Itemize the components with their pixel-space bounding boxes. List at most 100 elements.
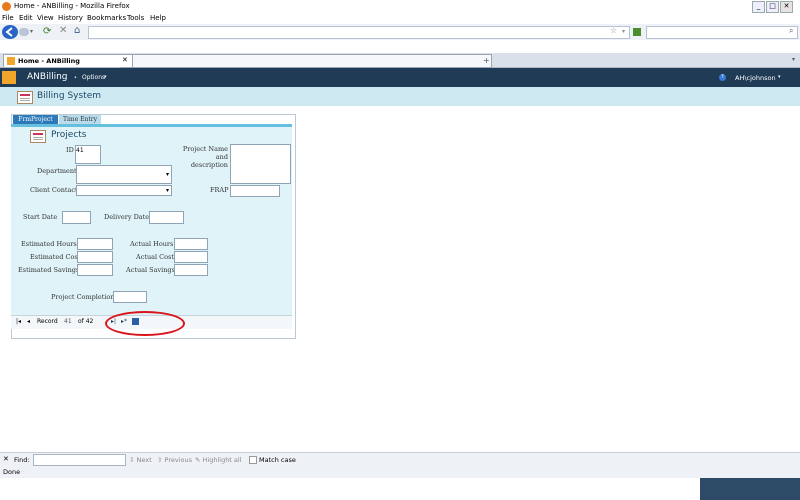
match-case-label: Match case: [259, 456, 296, 464]
user-chevron-icon[interactable]: ▾: [778, 74, 781, 80]
projects-icon: [30, 130, 46, 143]
status-bar: Done: [0, 466, 800, 478]
section-title: Billing System: [37, 91, 102, 101]
estimated-cost-field[interactable]: [77, 251, 113, 263]
separator-dot: •: [74, 75, 77, 81]
id-value: 41: [76, 147, 84, 154]
bookmarks-toolbar: [0, 40, 800, 54]
back-button[interactable]: [2, 25, 18, 39]
start-date-field[interactable]: [62, 211, 91, 224]
delivery-date-field[interactable]: [149, 211, 184, 224]
history-dropdown-icon[interactable]: ▾: [30, 28, 33, 35]
status-text: Done: [3, 468, 21, 476]
tab-list-icon[interactable]: ▾: [792, 56, 795, 63]
reload-icon[interactable]: ⟳: [43, 26, 51, 37]
estimated-hours-label: Estimated Hours: [21, 240, 77, 248]
app-logo-icon: [2, 71, 16, 84]
forward-button[interactable]: [19, 28, 29, 36]
new-tab-icon[interactable]: +: [483, 56, 490, 65]
url-dropdown-icon[interactable]: ▾: [622, 28, 625, 35]
client-contact-label: Client Contact: [30, 186, 78, 194]
actual-cost-label: Actual Cost: [136, 253, 174, 261]
frap-label: FRAP: [210, 186, 229, 194]
estimated-savings-label: Estimated Savings: [18, 266, 80, 274]
record-count: of 42: [78, 318, 94, 325]
match-case-checkbox[interactable]: [249, 456, 257, 464]
project-name-field[interactable]: [230, 144, 291, 184]
menu-history[interactable]: History: [58, 14, 83, 22]
estimated-savings-field[interactable]: [77, 264, 113, 276]
delivery-date-label: Delivery Date: [104, 213, 150, 221]
menu-view[interactable]: View: [37, 14, 54, 22]
app-header: ANBilling • Options ▾ ? AH\cjohnson ▾: [0, 68, 800, 87]
estimated-hours-field[interactable]: [77, 238, 113, 250]
window-titlebar: Home - ANBilling - Mozilla Firefox _ □ ✕: [0, 0, 800, 13]
section-header: Billing System: [0, 87, 800, 106]
menu-tools[interactable]: Tools: [127, 14, 144, 22]
find-input[interactable]: [33, 454, 126, 466]
current-record-field[interactable]: 41: [64, 318, 78, 326]
actual-cost-field[interactable]: [174, 251, 208, 263]
actual-hours-field[interactable]: [174, 238, 208, 250]
tab-blank[interactable]: [120, 54, 492, 68]
first-record-icon[interactable]: |◂: [16, 318, 21, 325]
menu-help[interactable]: Help: [150, 14, 166, 22]
options-chevron-icon[interactable]: ▾: [104, 74, 107, 80]
form-icon: [17, 91, 33, 104]
form-title: Projects: [51, 130, 87, 140]
client-contact-chevron-icon: ▾: [165, 187, 169, 194]
tab-home-anbilling[interactable]: Home - ANBilling ✕: [3, 54, 133, 67]
find-label: Find:: [14, 456, 30, 464]
help-icon[interactable]: ?: [719, 74, 726, 81]
find-previous-button[interactable]: ⇧ Previous: [157, 456, 192, 464]
department-chevron-icon: ▾: [165, 171, 169, 178]
find-previous-label: Previous: [164, 456, 192, 464]
find-next-button[interactable]: ⇩ Next: [129, 456, 152, 464]
actual-savings-label: Actual Savings: [126, 266, 175, 274]
search-input[interactable]: [646, 26, 798, 39]
start-date-label: Start Date: [23, 213, 58, 221]
id-label: ID: [66, 146, 74, 154]
app-name: ANBilling: [27, 72, 68, 82]
record-label: Record: [37, 318, 58, 325]
previous-record-icon[interactable]: ◂: [27, 318, 30, 325]
stop-icon[interactable]: ✕: [59, 25, 67, 36]
project-name-label: Project Name and description: [182, 145, 228, 169]
close-button[interactable]: ✕: [780, 1, 793, 13]
search-icon[interactable]: ⌕: [789, 26, 793, 36]
user-name[interactable]: AH\cjohnson: [735, 74, 776, 82]
frap-field[interactable]: [230, 185, 280, 197]
firefox-icon: [2, 2, 11, 11]
tab-favicon-icon: [7, 57, 15, 65]
estimated-cost-label: Estimated Cost: [30, 253, 81, 261]
id-field[interactable]: 41: [75, 145, 101, 164]
department-select[interactable]: ▾: [76, 165, 172, 184]
minimize-button[interactable]: _: [752, 1, 765, 13]
highlight-all-label: Highlight all: [202, 456, 242, 464]
url-input[interactable]: [88, 26, 630, 39]
annotation-ellipse: [105, 311, 185, 336]
search-engine-icon[interactable]: [633, 28, 641, 36]
taskbar-corner: [700, 478, 800, 500]
menu-edit[interactable]: Edit: [19, 14, 33, 22]
find-bar: ✕ Find: ⇩ Next ⇧ Previous ✎ Highlight al…: [0, 452, 800, 467]
actual-hours-label: Actual Hours: [130, 240, 174, 248]
back-arrow-icon: [5, 27, 13, 37]
project-completion-label: Project Completion: [51, 293, 115, 301]
find-next-label: Next: [136, 456, 152, 464]
tab-close-icon[interactable]: ✕: [122, 56, 128, 64]
options-menu[interactable]: Options: [82, 74, 105, 81]
department-label: Department: [37, 167, 77, 175]
menu-bookmarks[interactable]: Bookmarks: [87, 14, 126, 22]
actual-savings-field[interactable]: [174, 264, 208, 276]
bookmark-star-icon[interactable]: ☆: [610, 26, 617, 35]
find-close-icon[interactable]: ✕: [3, 455, 9, 463]
client-contact-select[interactable]: ▾: [76, 185, 172, 196]
project-completion-field[interactable]: [113, 291, 147, 303]
menu-file[interactable]: File: [2, 14, 14, 22]
maximize-button[interactable]: □: [766, 1, 779, 13]
tab-label: Home - ANBilling: [18, 57, 80, 65]
window-title: Home - ANBilling - Mozilla Firefox: [14, 2, 130, 10]
home-icon[interactable]: ⌂: [74, 25, 80, 36]
highlight-all-button[interactable]: ✎ Highlight all: [195, 456, 242, 464]
